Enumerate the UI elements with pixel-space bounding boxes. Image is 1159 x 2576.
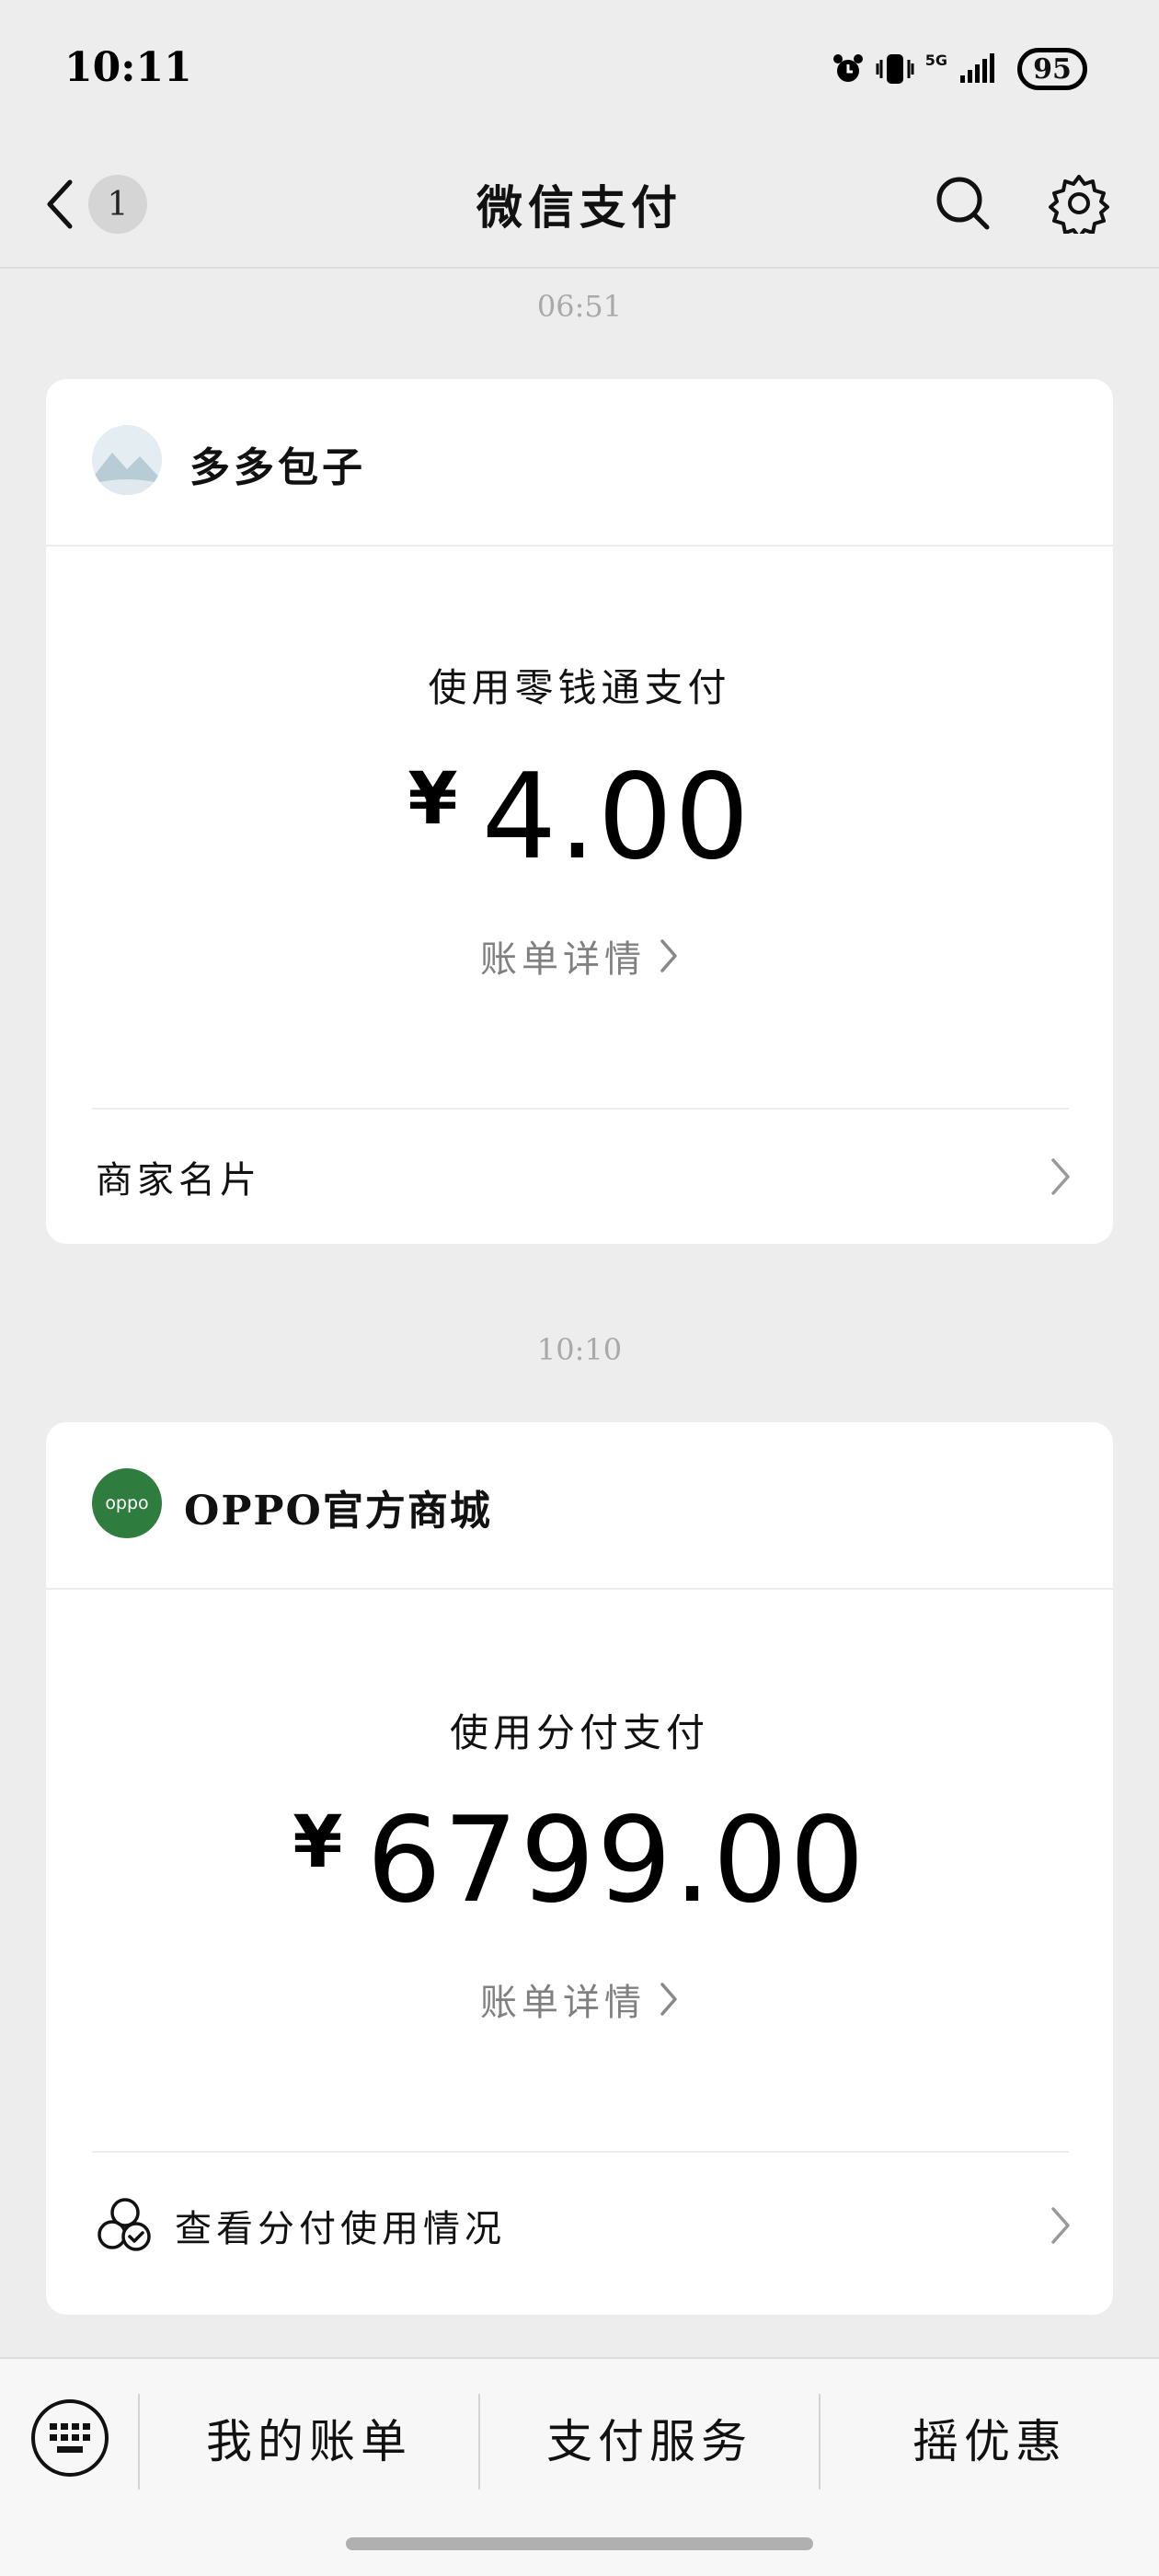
network-type: 5G (924, 51, 947, 69)
message-timestamp: 06:51 (536, 289, 623, 324)
card-header[interactable]: 多多包子 (46, 379, 1113, 546)
message-timestamp: 10:10 (536, 1332, 623, 1367)
bill-details-link[interactable]: 账单详情 (46, 929, 1113, 983)
landscape-avatar-icon (92, 425, 162, 495)
merchant-avatar (92, 425, 162, 495)
payment-card[interactable]: oppo OPPO官方商城 使用分付支付 ¥6799.00 账单详情 查看分付使… (46, 1422, 1113, 2315)
alarm-icon (832, 54, 863, 82)
status-icons: 5G 95 (832, 48, 1087, 90)
payment-method: 使用分付支付 (449, 1710, 709, 1755)
chevron-right-icon (660, 1983, 677, 2016)
keyboard-toggle-button[interactable] (29, 2398, 110, 2478)
home-indicator[interactable] (346, 2537, 813, 2550)
amount-value: 6799.00 (366, 1792, 866, 1929)
credit-usage-link[interactable]: 查看分付使用情况 (46, 2158, 1113, 2293)
gear-icon (1049, 175, 1109, 234)
status-time: 10:11 (64, 44, 192, 91)
status-bar: 10:11 5G 95 (0, 0, 1159, 138)
signal-icon (960, 53, 994, 83)
search-button[interactable] (924, 164, 1003, 243)
bill-details-label: 账单详情 (480, 1982, 646, 2024)
menu-my-bills[interactable]: 我的账单 (140, 2405, 478, 2478)
merchant-name: OPPO官方商城 (184, 1488, 492, 1535)
bill-details-label: 账单详情 (480, 938, 646, 981)
credit-usage-icon (98, 2198, 151, 2251)
merchant-card-link[interactable]: 商家名片 (46, 1110, 1113, 1244)
currency-symbol: ¥ (293, 1801, 343, 1884)
chevron-right-icon (1051, 2207, 1070, 2244)
currency-symbol: ¥ (407, 758, 458, 841)
payment-card[interactable]: 多多包子 使用零钱通支付 ¥4.00 账单详情 商家名片 (46, 379, 1113, 1244)
settings-button[interactable] (1039, 164, 1119, 243)
menu-shake-discounts[interactable]: 摇优惠 (820, 2405, 1159, 2478)
menu-payment-services[interactable]: 支付服务 (480, 2405, 819, 2478)
merchant-name: 多多包子 (189, 444, 366, 491)
payment-amount: ¥6799.00 (46, 1792, 1113, 1929)
divider (92, 2151, 1069, 2153)
merchant-avatar: oppo (92, 1468, 162, 1538)
oppo-logo: oppo (105, 1493, 149, 1513)
battery-indicator: 95 (1017, 48, 1087, 90)
payment-amount: ¥4.00 (46, 749, 1113, 886)
keyboard-icon (31, 2399, 109, 2477)
amount-value: 4.00 (481, 749, 752, 886)
nav-bar: 1 微信支付 (0, 138, 1159, 269)
card-header[interactable]: oppo OPPO官方商城 (46, 1422, 1113, 1590)
footer-label: 商家名片 (96, 1159, 261, 1202)
bill-details-link[interactable]: 账单详情 (46, 1972, 1113, 2026)
footer-label: 查看分付使用情况 (175, 2208, 506, 2250)
payment-method: 使用零钱通支付 (428, 665, 731, 710)
vibrate-icon (876, 54, 914, 84)
chevron-right-icon (1051, 1158, 1070, 1195)
chevron-right-icon (660, 939, 677, 972)
search-icon (936, 177, 990, 230)
